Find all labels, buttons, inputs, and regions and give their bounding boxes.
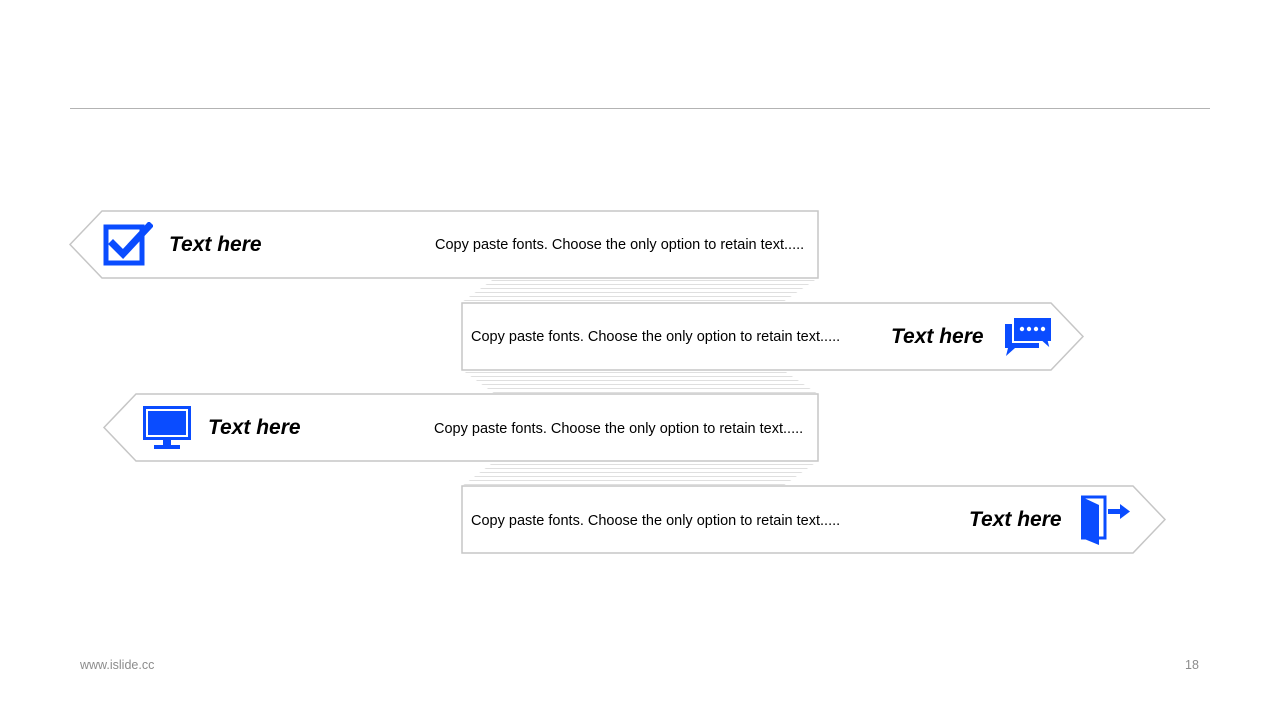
checkbox-checked-icon — [103, 221, 154, 266]
chat-bubbles-icon — [1003, 316, 1053, 356]
connector-1-2 — [462, 278, 818, 302]
item-1-title: Text here — [169, 233, 262, 256]
footer-website: www.islide.cc — [80, 658, 155, 672]
item-4-description: Copy paste fonts. Choose the only option… — [471, 513, 841, 529]
arrow-diagram — [68, 210, 1167, 554]
item-4-title: Text here — [969, 508, 1062, 531]
item-2-description: Copy paste fonts. Choose the only option… — [471, 329, 841, 345]
connector-3-4 — [462, 461, 818, 486]
page-number: 18 — [1185, 658, 1199, 672]
item-1-description: Copy paste fonts. Choose the only option… — [435, 237, 805, 253]
item-3-description: Copy paste fonts. Choose the only option… — [434, 421, 804, 437]
connector-2-3 — [462, 370, 818, 394]
item-3-title: Text here — [208, 416, 301, 439]
item-2-title: Text here — [891, 325, 984, 348]
exit-door-icon — [1080, 494, 1131, 546]
monitor-icon — [142, 405, 192, 451]
